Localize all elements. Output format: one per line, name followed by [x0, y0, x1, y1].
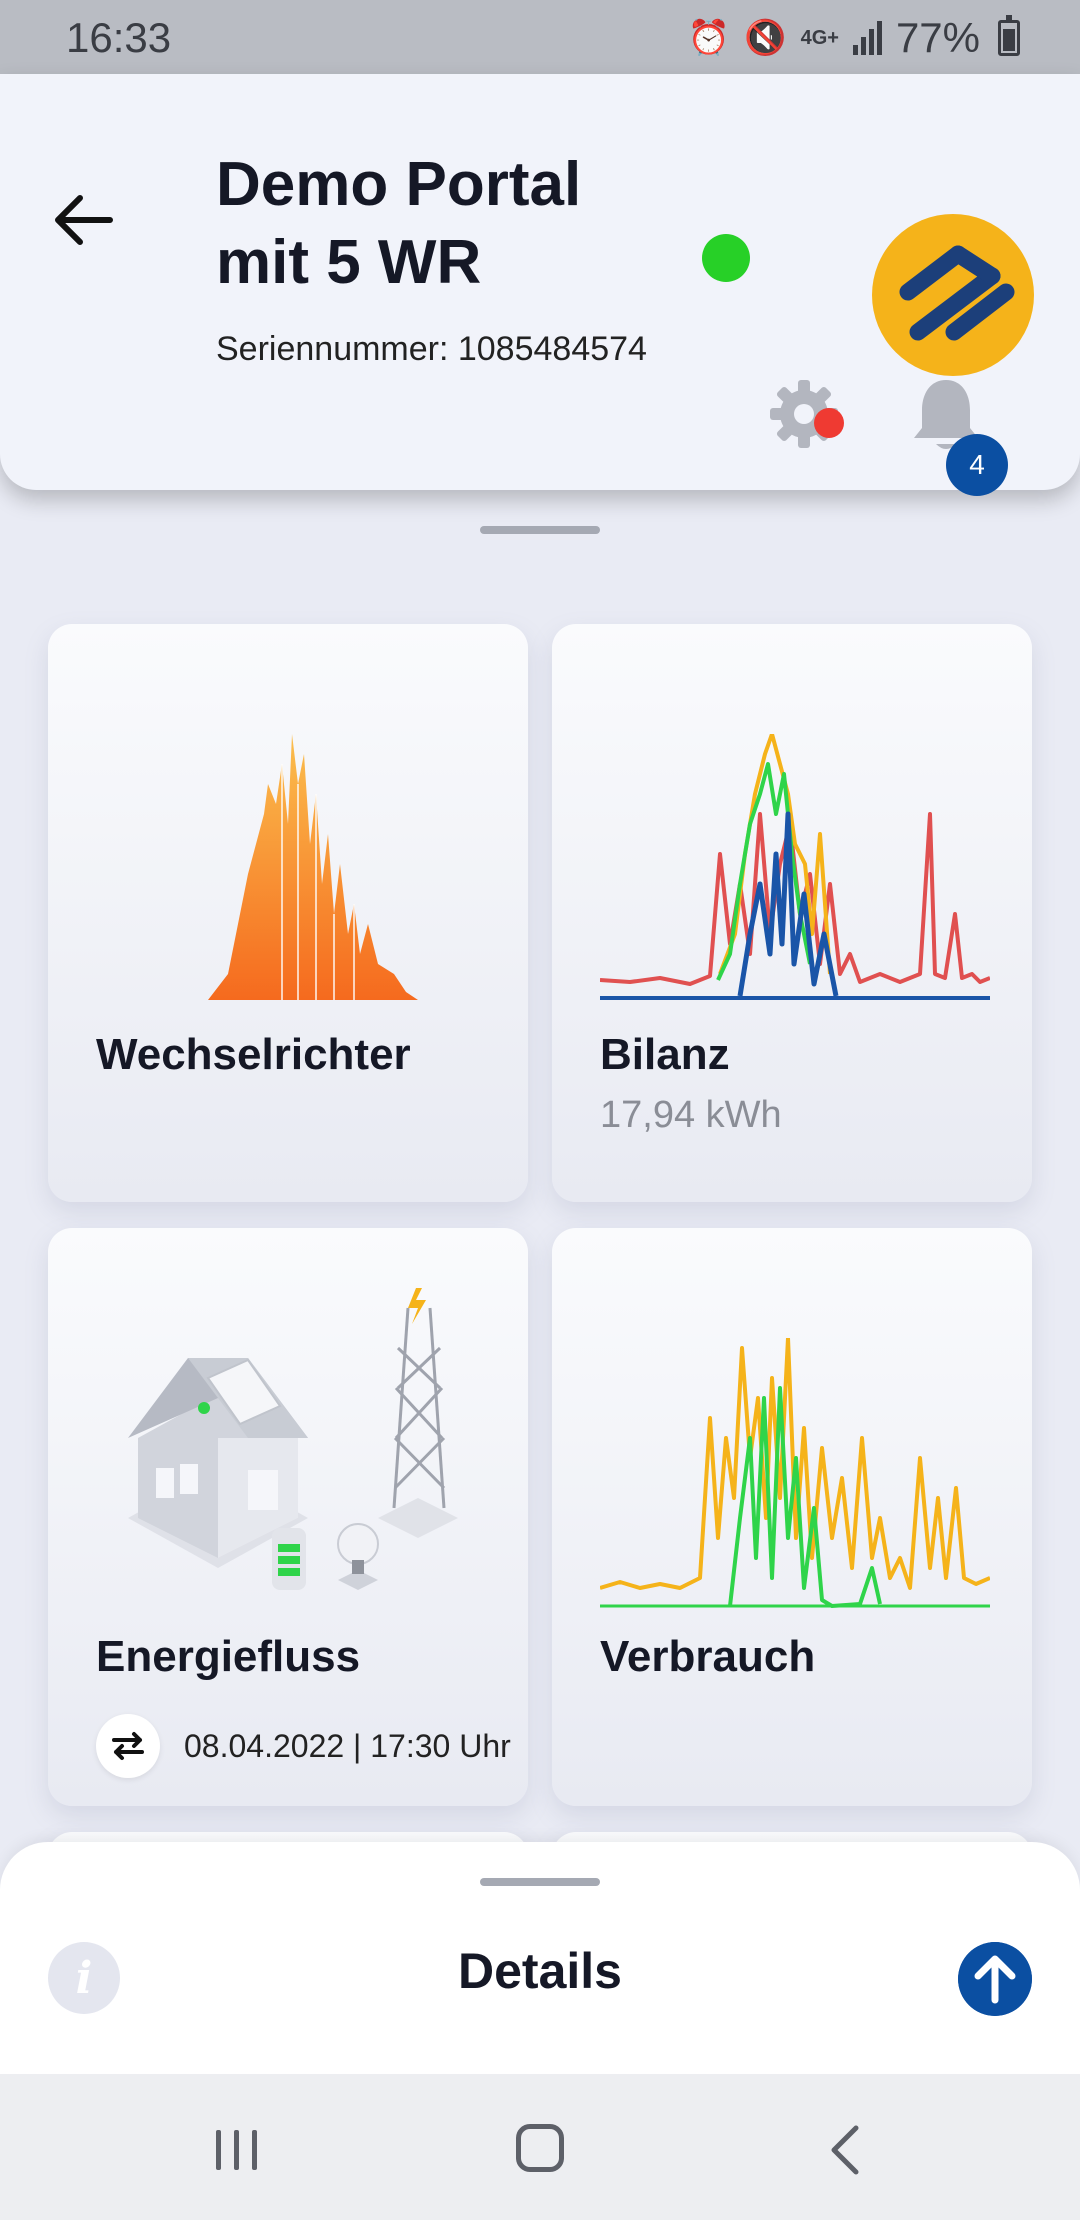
expand-up-arrow-button[interactable]: [958, 1942, 1032, 2016]
tile-inverter[interactable]: Wechselrichter: [48, 624, 528, 1202]
balance-chart-icon: [600, 734, 990, 1000]
brand-logo: [872, 214, 1034, 376]
notification-count-badge: 4: [946, 434, 1008, 496]
tile-balance-value: 17,94 kWh: [600, 1094, 782, 1136]
online-status-dot: [702, 234, 750, 282]
details-title: Details: [458, 1943, 622, 1999]
tile-consumption-title: Verbrauch: [600, 1632, 816, 1681]
tile-inverter-title: Wechselrichter: [96, 1030, 411, 1079]
sync-icon: [112, 1732, 144, 1760]
tile-energy-flow[interactable]: Energiefluss 08.04.2022 | 17:30 Uhr: [48, 1228, 528, 1806]
page-title: Demo Portal mit 5 WR: [216, 146, 581, 302]
energy-flow-timestamp-row: 08.04.2022 | 17:30 Uhr: [96, 1714, 511, 1778]
tile-energy-flow-title: Energiefluss: [96, 1632, 361, 1681]
details-bottom-sheet[interactable]: i Details: [0, 1842, 1080, 2074]
back-arrow-icon[interactable]: [48, 184, 120, 256]
signal-icon: [852, 21, 882, 55]
system-navigation-bar: [0, 2074, 1080, 2220]
energy-flow-date: 08.04.2022 | 17:30 Uhr: [184, 1727, 511, 1764]
battery-icon: [998, 15, 1020, 56]
settings-alert-dot: [814, 408, 844, 438]
tile-balance[interactable]: Bilanz 17,94 kWh: [552, 624, 1032, 1202]
serial-number: Seriennummer: 1085484574: [216, 330, 647, 368]
status-time: 16:33: [66, 14, 172, 61]
recent-apps-icon[interactable]: [212, 2128, 262, 2172]
status-bar: 16:33 ⏰ 🔇 4G+ 77%: [0, 0, 1080, 74]
battery-percent: 77%: [895, 14, 980, 61]
portal-header: Demo Portal mit 5 WR Seriennummer: 10854…: [0, 74, 1080, 496]
network-4g-icon: 4G+: [800, 26, 839, 49]
sheet-drag-handle[interactable]: [480, 1878, 600, 1886]
inverter-chart-icon: [208, 734, 418, 1000]
tile-consumption[interactable]: Verbrauch: [552, 1228, 1032, 1806]
consumption-chart-icon: [600, 1338, 990, 1608]
mute-icon: 🔇: [744, 19, 787, 57]
header-drag-handle[interactable]: [480, 526, 600, 534]
energy-flow-illustration: [128, 1288, 458, 1590]
system-back-icon[interactable]: [822, 2124, 870, 2176]
title-line-1: Demo Portal: [216, 150, 582, 219]
tile-balance-title: Bilanz: [600, 1030, 730, 1079]
home-icon[interactable]: [516, 2124, 564, 2172]
title-line-2: mit 5 WR: [216, 228, 482, 297]
alarm-icon: ⏰: [687, 19, 731, 57]
status-icons: ⏰ 🔇 4G+ 77%: [688, 14, 1020, 62]
sync-button[interactable]: [96, 1714, 160, 1778]
